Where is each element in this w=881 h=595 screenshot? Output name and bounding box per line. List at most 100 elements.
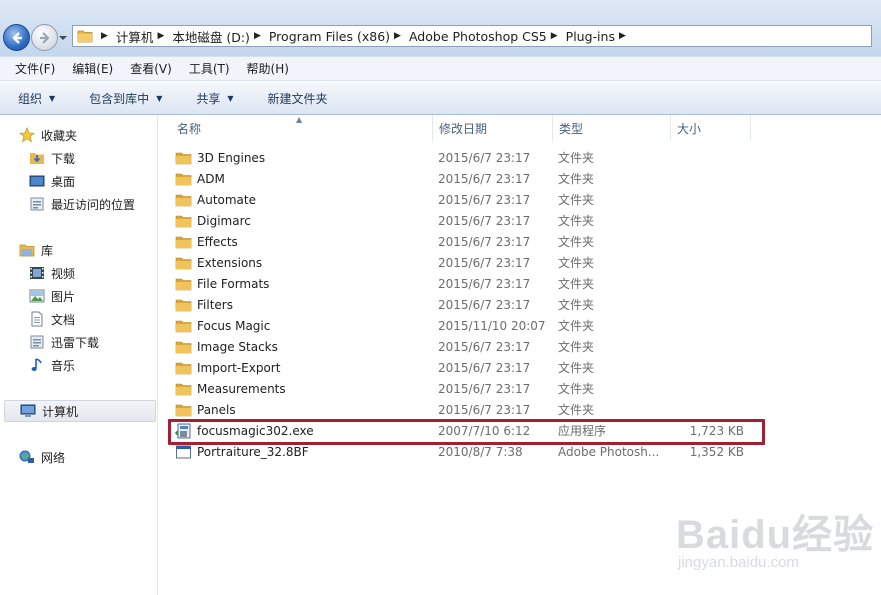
address-bar[interactable]: ▶ 计算机 ▶ 本地磁盘 (D:) ▶ Program Files (x86) … — [72, 25, 872, 47]
breadcrumb-separator[interactable]: ▶ — [551, 31, 558, 41]
file-size — [671, 337, 744, 357]
file-date: 2015/6/7 23:17 — [438, 403, 531, 417]
breadcrumb-separator[interactable]: ▶ — [157, 31, 164, 41]
document-icon — [29, 311, 45, 327]
file-row[interactable]: Image Stacks 2015/6/7 23:17 文件夹 — [171, 337, 771, 357]
nav-recent-places[interactable]: 最近访问的位置 — [0, 194, 135, 214]
menu-tools[interactable]: 工具(T) — [186, 58, 233, 79]
column-name-label: 名称 — [177, 121, 202, 136]
breadcrumb-local-disk[interactable]: 本地磁盘 (D:) — [172, 27, 250, 46]
nav-desktop[interactable]: 桌面 — [0, 171, 75, 191]
file-name: Image Stacks — [197, 340, 278, 354]
file-type: 文件夹 — [558, 193, 595, 207]
thunder-download-icon — [29, 334, 45, 350]
folder-icon — [175, 255, 192, 271]
folder-icon — [175, 213, 192, 229]
file-type: 文件夹 — [558, 235, 595, 249]
file-size — [671, 274, 744, 294]
menu-file[interactable]: 文件(F) — [12, 58, 58, 79]
new-folder-button[interactable]: 新建文件夹 — [262, 87, 334, 110]
breadcrumb-plugins[interactable]: Plug-ins — [566, 29, 615, 44]
breadcrumb-separator[interactable]: ▶ — [394, 31, 401, 41]
file-size — [671, 211, 744, 231]
organize-label: 组织 — [18, 91, 43, 106]
file-name: Measurements — [197, 382, 286, 396]
file-name: Extensions — [197, 256, 263, 270]
file-name: ADM — [197, 172, 225, 186]
nav-music[interactable]: 音乐 — [0, 355, 75, 375]
organize-button[interactable]: 组织 ▼ — [12, 87, 61, 110]
breadcrumb-photoshop[interactable]: Adobe Photoshop CS5 — [409, 29, 547, 44]
file-date: 2015/6/7 23:17 — [438, 235, 531, 249]
nav-computer[interactable]: 计算机 — [4, 400, 156, 422]
file-date: 2015/6/7 23:17 — [438, 256, 531, 270]
breadcrumb-separator[interactable]: ▶ — [619, 31, 626, 41]
file-type: 文件夹 — [558, 298, 595, 312]
nav-libraries[interactable]: 库 — [0, 240, 53, 260]
breadcrumb-computer[interactable]: 计算机 — [116, 27, 154, 46]
share-button[interactable]: 共享 ▼ — [190, 87, 239, 110]
nav-videos[interactable]: 视频 — [0, 263, 75, 283]
file-row[interactable]: 3D Engines 2015/6/7 23:17 文件夹 — [171, 148, 771, 168]
file-name: Import-Export — [197, 361, 281, 375]
file-row[interactable]: Focus Magic 2015/11/10 20:07 文件夹 — [171, 316, 771, 336]
watermark-logo: Baidu经验 — [676, 513, 875, 557]
recent-places-icon — [29, 196, 45, 212]
breadcrumb-separator[interactable]: ▶ — [101, 31, 108, 41]
nav-libraries-label: 库 — [41, 243, 54, 258]
file-row[interactable]: ADM 2015/6/7 23:17 文件夹 — [171, 169, 771, 189]
nav-thunder-downloads[interactable]: 迅雷下载 — [0, 332, 99, 352]
file-size — [671, 295, 744, 315]
file-row[interactable]: Panels 2015/6/7 23:17 文件夹 — [171, 400, 771, 420]
folder-icon — [175, 339, 192, 355]
file-date: 2015/6/7 23:17 — [438, 193, 531, 207]
folder-icon — [175, 297, 192, 313]
arrow-left-icon — [11, 31, 22, 44]
nav-documents[interactable]: 文档 — [0, 309, 75, 329]
file-row[interactable]: Extensions 2015/6/7 23:17 文件夹 — [171, 253, 771, 273]
highlight-annotation — [168, 419, 765, 445]
nav-favorites[interactable]: 收藏夹 — [0, 125, 77, 145]
nav-network-label: 网络 — [41, 450, 66, 465]
nav-downloads[interactable]: 下载 — [0, 148, 75, 168]
menu-edit[interactable]: 编辑(E) — [69, 58, 116, 79]
folder-icon — [175, 318, 192, 334]
back-button[interactable] — [3, 24, 30, 51]
file-row[interactable]: Measurements 2015/6/7 23:17 文件夹 — [171, 379, 771, 399]
file-row[interactable]: Import-Export 2015/6/7 23:17 文件夹 — [171, 358, 771, 378]
sort-ascending-icon: ▲ — [296, 115, 303, 124]
file-type: 文件夹 — [558, 340, 595, 354]
watermark-url: jingyan.baidu.com — [678, 554, 799, 571]
file-size — [671, 232, 744, 252]
file-date: 2010/8/7 7:38 — [438, 445, 523, 459]
file-row[interactable]: Digimarc 2015/6/7 23:17 文件夹 — [171, 211, 771, 231]
nav-recent-places-label: 最近访问的位置 — [51, 197, 136, 212]
file-size — [671, 400, 744, 420]
column-date[interactable]: 修改日期 — [433, 115, 553, 141]
library-icon — [19, 242, 35, 258]
include-in-library-button[interactable]: 包含到库中 ▼ — [83, 87, 168, 110]
file-row[interactable]: Effects 2015/6/7 23:17 文件夹 — [171, 232, 771, 252]
breadcrumb-program-files[interactable]: Program Files (x86) — [269, 29, 390, 44]
nav-network[interactable]: 网络 — [0, 447, 65, 467]
nav-pictures[interactable]: 图片 — [0, 286, 75, 306]
folder-icon — [175, 276, 192, 292]
column-size[interactable]: 大小 — [671, 115, 751, 141]
recent-pages-dropdown[interactable] — [58, 33, 68, 43]
file-size — [671, 379, 744, 399]
breadcrumb-separator[interactable]: ▶ — [254, 31, 261, 41]
column-type[interactable]: 类型 — [553, 115, 671, 141]
nav-desktop-label: 桌面 — [51, 174, 76, 189]
menu-view[interactable]: 查看(V) — [127, 58, 175, 79]
forward-button[interactable] — [31, 24, 58, 51]
column-date-label: 修改日期 — [439, 121, 488, 136]
file-name: Focus Magic — [197, 319, 271, 333]
file-row[interactable]: Portraiture_32.8BF 2010/8/7 7:38 Adobe Pho… — [171, 442, 771, 462]
command-bar: 组织 ▼ 包含到库中 ▼ 共享 ▼ 新建文件夹 — [0, 82, 881, 115]
file-name: Effects — [197, 235, 238, 249]
file-row[interactable]: Filters 2015/6/7 23:17 文件夹 — [171, 295, 771, 315]
menu-help[interactable]: 帮助(H) — [244, 58, 292, 79]
file-row[interactable]: Automate 2015/6/7 23:17 文件夹 — [171, 190, 771, 210]
file-row[interactable]: File Formats 2015/6/7 23:17 文件夹 — [171, 274, 771, 294]
include-in-library-label: 包含到库中 — [89, 91, 150, 106]
